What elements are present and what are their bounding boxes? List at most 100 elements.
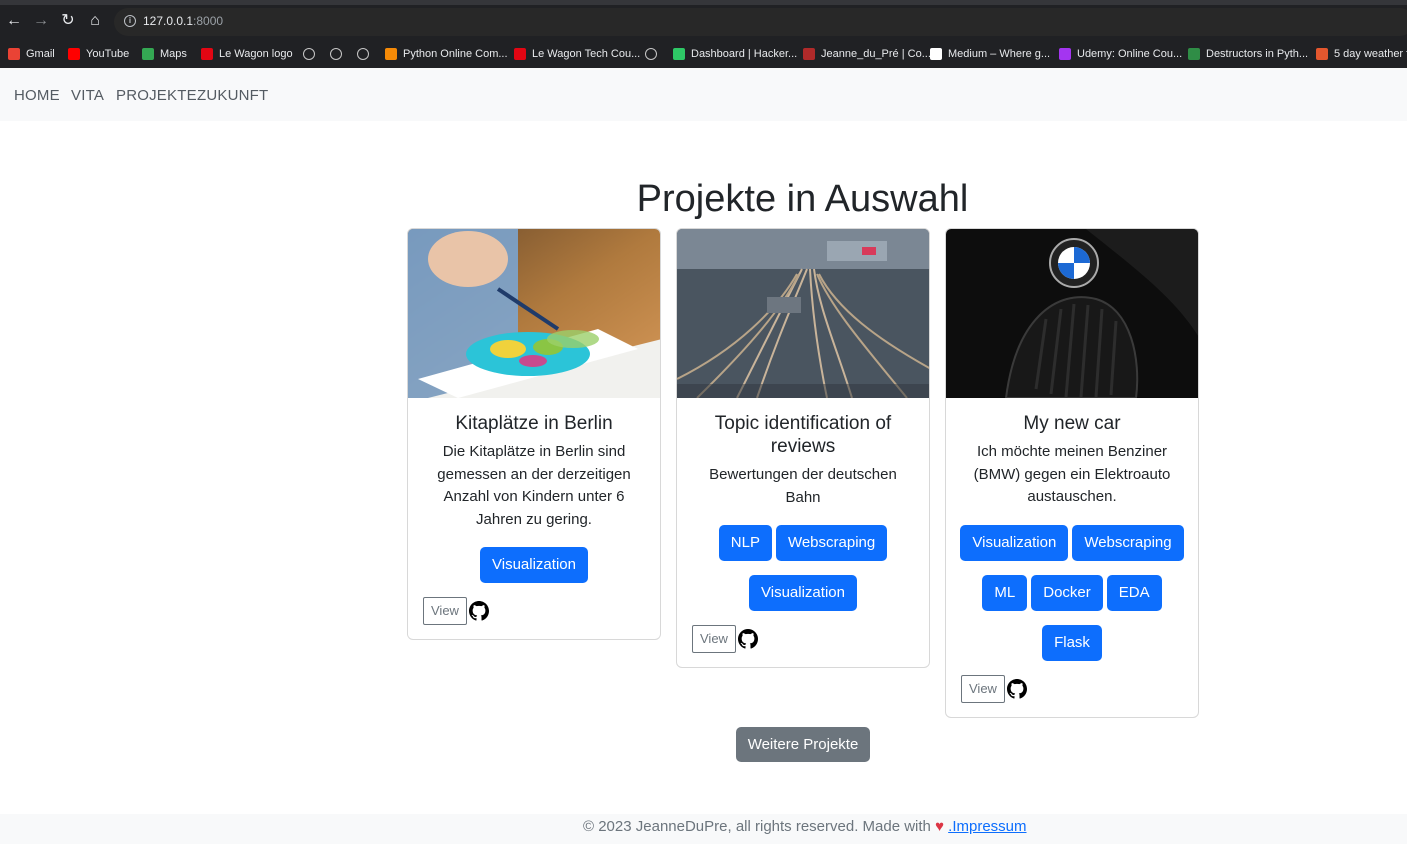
- favicon-icon: [201, 48, 213, 60]
- favicon-icon: [142, 48, 154, 60]
- bookmark-item[interactable]: 5 day weather fo: [1316, 46, 1407, 62]
- project-card-kita: Kitaplätze in Berlin Die Kitaplätze in B…: [407, 228, 661, 640]
- bookmark-item[interactable]: Destructors in Pyth...: [1188, 46, 1308, 62]
- card-tags: NLP Webscraping Visualization: [677, 525, 929, 611]
- nav-projekte-link[interactable]: PROJEKTE: [116, 87, 197, 104]
- globe-icon: [357, 48, 369, 60]
- bookmark-item[interactable]: Python Online Com...: [385, 46, 508, 62]
- favicon-icon: [514, 48, 526, 60]
- card-footer: View: [408, 597, 660, 625]
- view-button[interactable]: View: [423, 597, 467, 625]
- impressum-link[interactable]: .Impressum: [948, 818, 1026, 835]
- globe-icon: [645, 48, 657, 60]
- tag-button[interactable]: EDA: [1106, 574, 1162, 611]
- card-title: Topic identification of reviews: [714, 413, 892, 457]
- more-projects-button[interactable]: Weitere Projekte: [736, 727, 870, 762]
- tag-button[interactable]: Visualization: [480, 547, 588, 583]
- bookmark-item[interactable]: Gmail: [8, 46, 55, 62]
- tag-button[interactable]: NLP: [718, 525, 772, 561]
- favicon-icon: [673, 48, 685, 60]
- github-icon[interactable]: [1006, 678, 1027, 699]
- tag-button[interactable]: Webscraping: [1072, 524, 1184, 561]
- bookmark-label: Dashboard | Hacker...: [691, 48, 798, 60]
- bookmark-item[interactable]: Medium – Where g...: [930, 46, 1050, 62]
- favicon-icon: [8, 48, 20, 60]
- github-icon[interactable]: [737, 629, 758, 649]
- card-tags: Visualization Webscraping ML Docker EDA Flask: [946, 524, 1198, 661]
- url-text: 127.0.0.1:8000: [143, 14, 224, 28]
- card-footer: View: [946, 674, 1198, 703]
- favicon-icon: [68, 48, 80, 60]
- tab-strip: [0, 0, 1407, 5]
- footer-text: © 2023 JeanneDuPre, all rights reserved.…: [583, 818, 1027, 835]
- bookmark-item[interactable]: Jeanne_du_Pré | Co...: [803, 46, 931, 62]
- bookmark-label: Udemy: Online Cou...: [1077, 48, 1183, 60]
- project-image-painting: [408, 229, 660, 398]
- site-navbar: HOME VITA PROJEKTE ZUKUNFT: [0, 68, 1407, 121]
- copyright-text: © 2023 JeanneDuPre, all rights reserved.…: [583, 818, 931, 835]
- bookmark-label: Le Wagon logo: [219, 48, 293, 60]
- globe-icon: [303, 48, 315, 60]
- nav-vita-link[interactable]: VITA: [71, 87, 104, 104]
- globe-icon: [330, 48, 342, 60]
- page-title: Projekte in Auswahl: [636, 178, 969, 220]
- project-image-bmw: [946, 229, 1198, 398]
- bookmark-item[interactable]: Dashboard | Hacker...: [673, 46, 797, 62]
- bookmark-label: YouTube: [86, 48, 130, 60]
- tag-button[interactable]: Docker: [1031, 574, 1103, 611]
- view-button[interactable]: View: [961, 674, 1005, 703]
- bookmark-label: Jeanne_du_Pré | Co...: [821, 48, 931, 60]
- bookmark-item[interactable]: [330, 46, 342, 62]
- bookmark-label: Medium – Where g...: [948, 48, 1051, 60]
- nav-zukunft-link[interactable]: ZUKUNFT: [197, 87, 268, 104]
- bookmark-item[interactable]: Le Wagon Tech Cou...: [514, 46, 640, 62]
- bookmark-label: Le Wagon Tech Cou...: [532, 48, 641, 60]
- bookmark-item[interactable]: YouTube: [68, 46, 129, 62]
- favicon-icon: [1059, 48, 1071, 60]
- project-image-railway: [677, 229, 929, 398]
- tag-button[interactable]: Visualization: [749, 575, 857, 611]
- bmw-photo: [946, 229, 1198, 398]
- painting-photo: [408, 229, 660, 398]
- github-icon[interactable]: [468, 601, 489, 621]
- tag-button[interactable]: Visualization: [960, 524, 1069, 561]
- page-footer: © 2023 JeanneDuPre, all rights reserved.…: [0, 814, 1407, 844]
- browser-toolbar: ← → ↻ ⌂ i 127.0.0.1:8000: [0, 0, 1407, 40]
- tag-button[interactable]: Flask: [1042, 624, 1102, 661]
- bookmark-label: Python Online Com...: [403, 48, 508, 60]
- railway-photo: [677, 229, 929, 398]
- back-icon[interactable]: ←: [5, 12, 23, 30]
- card-description: Die Kitaplätze in Berlin sind gemessen a…: [437, 443, 631, 528]
- favicon-icon: [385, 48, 397, 60]
- favicon-icon: [1188, 48, 1200, 60]
- bookmark-label: 5 day weather fo: [1334, 48, 1407, 60]
- view-button[interactable]: View: [692, 625, 736, 653]
- bookmark-item[interactable]: Le Wagon logo: [201, 46, 293, 62]
- card-title: Kitaplätze in Berlin: [455, 413, 613, 434]
- favicon-icon: [930, 48, 942, 60]
- tag-button[interactable]: ML: [982, 574, 1028, 611]
- address-bar[interactable]: i 127.0.0.1:8000: [114, 8, 1407, 36]
- bookmarks-bar: Gmail YouTube Maps Le Wagon logo Python Onli…: [0, 40, 1407, 68]
- card-description: Bewertungen der deutschen Bahn: [709, 466, 897, 506]
- card-footer: View: [677, 625, 929, 653]
- reload-icon[interactable]: ↻: [59, 12, 77, 30]
- card-title: My new car: [1023, 413, 1121, 434]
- favicon-icon: [803, 48, 815, 60]
- bookmark-item[interactable]: Maps: [142, 46, 187, 62]
- site-info-icon[interactable]: i: [124, 15, 136, 27]
- card-description: Ich möchte meinen Benziner (BMW) gegen e…: [973, 443, 1171, 505]
- bookmark-item[interactable]: [303, 46, 315, 62]
- bookmark-item[interactable]: [357, 46, 369, 62]
- bookmark-label: Gmail: [26, 48, 55, 60]
- nav-home-link[interactable]: HOME: [14, 87, 60, 104]
- tag-button[interactable]: Webscraping: [775, 525, 888, 561]
- bookmark-label: Destructors in Pyth...: [1206, 48, 1309, 60]
- forward-icon[interactable]: →: [32, 12, 50, 30]
- favicon-icon: [1316, 48, 1328, 60]
- home-icon[interactable]: ⌂: [86, 12, 104, 30]
- heart-icon: ♥: [935, 818, 944, 835]
- bookmark-item[interactable]: [645, 46, 657, 62]
- bookmark-item[interactable]: Udemy: Online Cou...: [1059, 46, 1182, 62]
- project-card-car: My new car Ich möchte meinen Benziner (B…: [945, 228, 1199, 718]
